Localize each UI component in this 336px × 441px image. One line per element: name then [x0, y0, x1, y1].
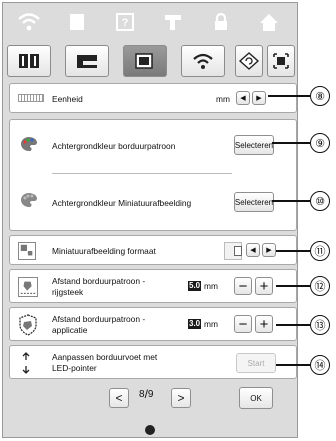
tab-general[interactable] [7, 45, 51, 77]
callout-13: ⑬ [310, 315, 330, 335]
thumbnail-size-marker [234, 246, 242, 256]
unit-setting: Eenheid mm ◀ ▶ [9, 83, 297, 113]
thumbnail-size-icon [18, 242, 36, 260]
led-pointer-arrows-icon [20, 351, 32, 375]
bg-pattern-label: Achtergrondkleur borduurpatroon [52, 141, 176, 151]
led-pointer-label-line1: Aanpassen borduurvoet met [52, 352, 158, 362]
distance-running-plus-button[interactable]: + [255, 277, 273, 295]
distance-applique-value: 3.0 [188, 319, 202, 329]
unit-next-button[interactable]: ▶ [252, 91, 266, 105]
callout-line-9 [272, 142, 310, 144]
callout-line-8 [268, 95, 310, 97]
led-pointer-start-button[interactable]: Start [236, 353, 276, 373]
distance-applique-label-line1: Afstand borduurpatroon - [52, 314, 146, 324]
bg-thumbnail-label: Achtergrondkleur Miniatuurafbeelding [52, 198, 192, 208]
unit-label: Eenheid [52, 94, 83, 104]
page-total: 9 [147, 388, 154, 400]
led-pointer-label-line2: LED-pointer [52, 363, 97, 373]
callout-8: ⑧ [310, 86, 330, 106]
distance-running-label-line1: Afstand borduurpatroon - [52, 276, 146, 286]
distance-running-value: 5.0 [188, 281, 202, 291]
applique-shield-icon [18, 314, 38, 336]
fullscreen-icon [273, 53, 289, 69]
distance-applique-setting: Afstand borduurpatroon - applicatie 3.0 … [9, 307, 297, 341]
document-icon[interactable] [53, 3, 101, 41]
help-icon[interactable]: ? [101, 3, 149, 41]
settings-subtabs [7, 45, 295, 79]
callout-line-14 [276, 364, 310, 366]
running-stitch-icon [18, 277, 38, 297]
thumbnail-size-setting: Miniatuurafbeelding formaat ◀ ▶ [9, 235, 297, 265]
wifi-icon[interactable] [5, 3, 53, 41]
palette-thumbnail-icon [20, 192, 38, 208]
callout-line-12 [276, 285, 310, 287]
callout-line-10 [272, 200, 310, 202]
distance-applique-label-line2: applicatie [52, 325, 88, 335]
callout-14: ⑭ [310, 355, 330, 375]
unit-value: mm [216, 94, 230, 104]
distance-running-minus-button[interactable]: − [234, 277, 252, 295]
machine-icon[interactable] [149, 3, 197, 41]
home-icon[interactable] [245, 3, 293, 41]
divider [52, 173, 232, 174]
led-pointer-setting: Aanpassen borduurvoet met LED-pointer St… [9, 345, 297, 379]
palette-icon [20, 136, 38, 152]
distance-running-label-line2: rijgsteek [52, 287, 84, 297]
callout-9: ⑨ [310, 133, 330, 153]
tab-sewing[interactable] [65, 45, 109, 77]
book-icon [19, 54, 39, 68]
distance-running-unit: mm [204, 281, 218, 291]
settings-screen: ? Eenheid mm ◀ ▶ Achtergrondkleur borduu… [2, 2, 298, 438]
category-tabs: ? [5, 3, 297, 43]
ok-button[interactable]: OK [239, 387, 273, 409]
thumbnail-size-prev-button[interactable]: ◀ [246, 243, 260, 257]
lock-icon[interactable] [197, 3, 245, 41]
embroidery-frame-icon [135, 53, 153, 69]
prev-page-button[interactable]: < [109, 388, 129, 408]
bg-pattern-select-button[interactable]: Selecteren [234, 135, 274, 155]
distance-applique-unit: mm [204, 319, 218, 329]
sewing-machine-icon [77, 55, 97, 68]
callout-11: ⑪ [310, 241, 330, 261]
thumbnail-size-label: Miniatuurafbeelding formaat [52, 246, 156, 256]
background-colors-group: Achtergrondkleur borduurpatroon Selecter… [9, 119, 297, 231]
next-page-button[interactable]: > [171, 388, 191, 408]
callout-line-11 [276, 250, 310, 252]
wifi-icon [193, 53, 213, 69]
home-dot-icon [145, 425, 155, 435]
ruler-icon [18, 94, 44, 102]
tab-wireless[interactable] [181, 45, 225, 77]
callout-12: ⑫ [310, 276, 330, 296]
reset-diamond-icon [238, 52, 260, 70]
close-screen-button[interactable] [267, 45, 295, 77]
callout-10: ⑩ [310, 191, 330, 211]
distance-applique-minus-button[interactable]: − [234, 315, 252, 333]
distance-running-setting: Afstand borduurpatroon - rijgsteek 5.0 m… [9, 269, 297, 303]
reset-button[interactable] [235, 45, 263, 77]
callout-line-13 [276, 324, 310, 326]
bg-thumbnail-select-button[interactable]: Selecteren [234, 192, 274, 212]
unit-prev-button[interactable]: ◀ [236, 91, 250, 105]
page-indicator: 8/9 [139, 387, 154, 401]
svg-text:?: ? [122, 17, 129, 29]
distance-applique-plus-button[interactable]: + [255, 315, 273, 333]
tab-embroidery[interactable] [123, 45, 167, 77]
thumbnail-size-next-button[interactable]: ▶ [262, 243, 276, 257]
